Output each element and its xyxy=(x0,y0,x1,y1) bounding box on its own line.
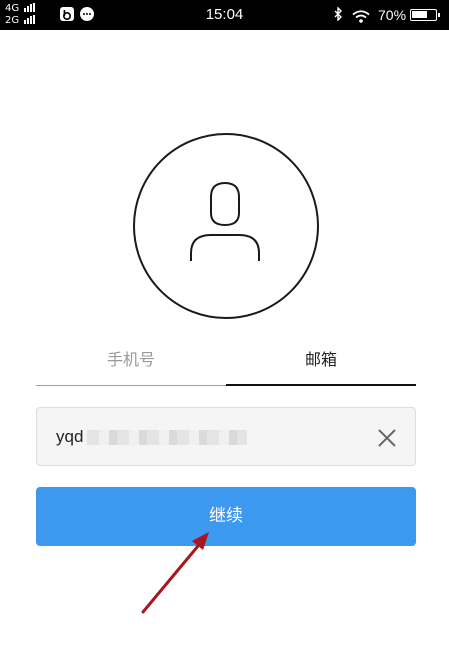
annotation-arrow-icon xyxy=(141,532,209,614)
